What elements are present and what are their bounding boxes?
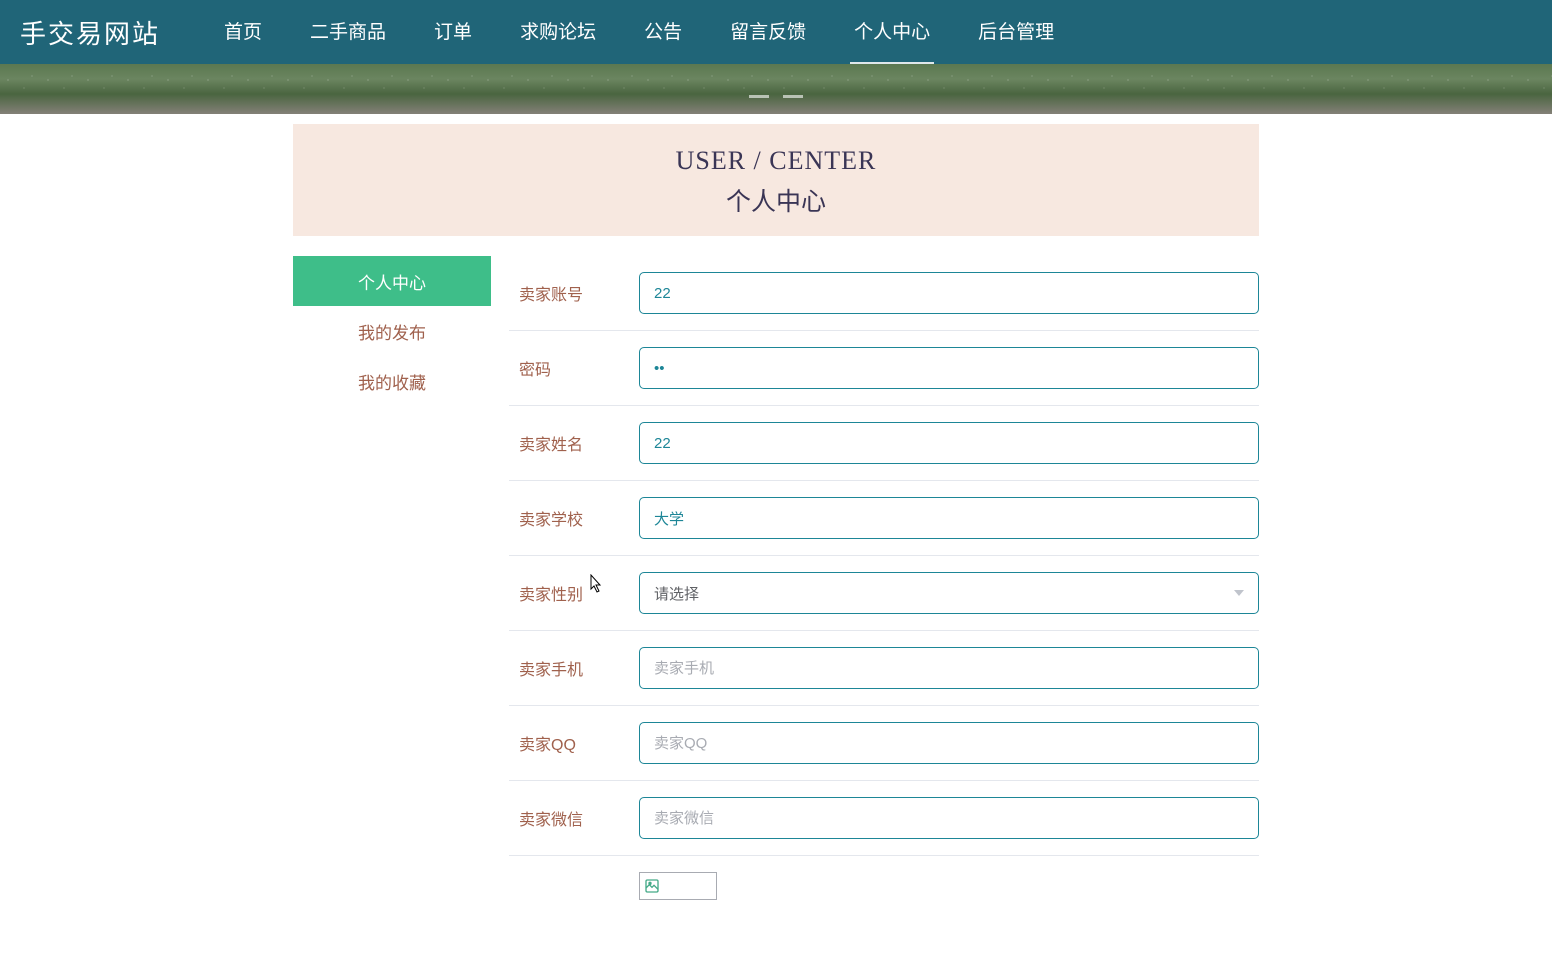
label-seller-account: 卖家账号	[509, 281, 639, 305]
form-row-password: 密码	[509, 331, 1259, 406]
form-row-seller-account: 卖家账号	[509, 256, 1259, 331]
select-seller-gender-value: 请选择	[654, 583, 699, 604]
form-row-seller-gender: 卖家性别 请选择	[509, 556, 1259, 631]
input-seller-phone[interactable]	[639, 647, 1259, 689]
label-seller-wechat: 卖家微信	[509, 806, 639, 830]
form-row-seller-wechat: 卖家微信	[509, 781, 1259, 856]
image-upload-placeholder[interactable]	[639, 872, 717, 900]
form-row-seller-school: 卖家学校	[509, 481, 1259, 556]
form-row-seller-qq: 卖家QQ	[509, 706, 1259, 781]
form-row-seller-phone: 卖家手机	[509, 631, 1259, 706]
carousel-indicators	[749, 95, 803, 98]
sidebar-item-my-favorites[interactable]: 我的收藏	[293, 356, 491, 406]
sidebar: 个人中心 我的发布 我的收藏	[293, 256, 491, 916]
sidebar-item-user-center[interactable]: 个人中心	[293, 256, 491, 306]
nav-forum[interactable]: 求购论坛	[516, 0, 600, 65]
main-container: USER / CENTER 个人中心 个人中心 我的发布 我的收藏 卖家账号 密…	[293, 124, 1259, 916]
label-seller-phone: 卖家手机	[509, 656, 639, 680]
form-area: 卖家账号 密码 卖家姓名 卖家学校	[491, 256, 1259, 916]
hero-banner	[0, 64, 1552, 114]
chevron-down-icon	[1234, 590, 1244, 596]
carousel-indicator-2[interactable]	[783, 95, 803, 98]
nav-announcement[interactable]: 公告	[640, 0, 686, 65]
select-seller-gender[interactable]: 请选择	[639, 572, 1259, 614]
nav-home[interactable]: 首页	[220, 0, 266, 65]
input-seller-wechat[interactable]	[639, 797, 1259, 839]
page-title-en: USER / CENTER	[293, 146, 1259, 176]
input-password[interactable]	[639, 347, 1259, 389]
input-seller-qq[interactable]	[639, 722, 1259, 764]
label-seller-name: 卖家姓名	[509, 431, 639, 455]
sidebar-item-my-posts[interactable]: 我的发布	[293, 306, 491, 356]
label-seller-gender: 卖家性别	[509, 581, 639, 605]
label-password: 密码	[509, 356, 639, 380]
carousel-indicator-1[interactable]	[749, 95, 769, 98]
form-row-seller-name: 卖家姓名	[509, 406, 1259, 481]
form-row-image	[509, 856, 1259, 916]
site-logo[interactable]: 手交易网站	[20, 14, 160, 51]
input-seller-account[interactable]	[639, 272, 1259, 314]
top-navbar: 手交易网站 首页 二手商品 订单 求购论坛 公告 留言反馈 个人中心 后台管理	[0, 0, 1552, 64]
nav-secondhand[interactable]: 二手商品	[306, 0, 390, 65]
nav-admin[interactable]: 后台管理	[974, 0, 1058, 65]
page-header: USER / CENTER 个人中心	[293, 124, 1259, 236]
input-seller-name[interactable]	[639, 422, 1259, 464]
navbar-items: 首页 二手商品 订单 求购论坛 公告 留言反馈 个人中心 后台管理	[220, 0, 1058, 65]
content-area: 个人中心 我的发布 我的收藏 卖家账号 密码 卖家姓名	[293, 256, 1259, 916]
nav-feedback[interactable]: 留言反馈	[726, 0, 810, 65]
broken-image-icon	[644, 878, 660, 894]
label-seller-qq: 卖家QQ	[509, 731, 639, 755]
label-seller-school: 卖家学校	[509, 506, 639, 530]
nav-orders[interactable]: 订单	[430, 0, 476, 65]
input-seller-school[interactable]	[639, 497, 1259, 539]
page-title-cn: 个人中心	[293, 182, 1259, 218]
nav-user-center[interactable]: 个人中心	[850, 0, 934, 65]
